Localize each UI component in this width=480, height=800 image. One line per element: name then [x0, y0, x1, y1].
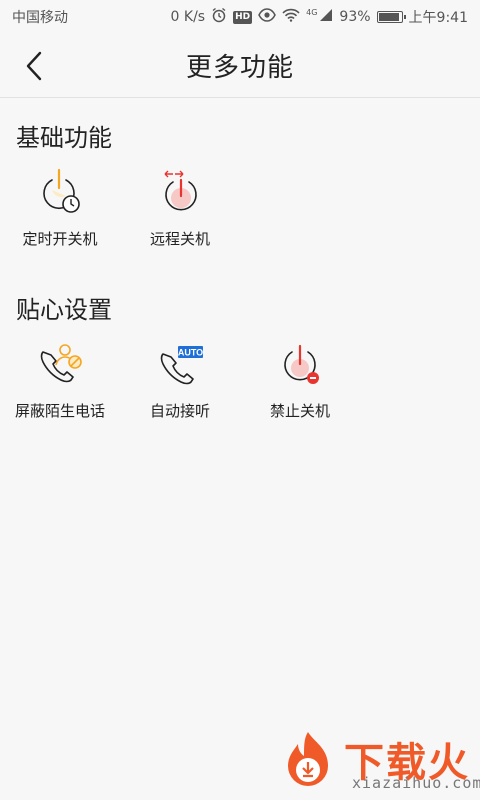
- feature-label: 自动接听: [149, 402, 210, 420]
- forbid-shutdown-icon: [275, 340, 325, 390]
- auto-badge: AUTO: [178, 348, 203, 358]
- flame-logo-icon: [288, 732, 328, 786]
- status-bar: 中国移动 0 K/s HD 4G 93% 上午9:41: [0, 0, 480, 34]
- battery-percent: 93%: [339, 9, 371, 25]
- chevron-left-icon: [26, 51, 42, 81]
- feature-timed-power[interactable]: 定时开关机: [0, 168, 120, 249]
- eye-icon: [258, 8, 276, 26]
- title-bar: 更多功能: [0, 34, 480, 98]
- back-button[interactable]: [14, 46, 54, 86]
- feature-label: 屏蔽陌生电话: [14, 402, 105, 420]
- battery-icon: [376, 11, 406, 23]
- auto-answer-icon: AUTO: [155, 340, 205, 390]
- signal-type: 4G: [306, 7, 318, 17]
- net-speed: 0 K/s: [170, 9, 206, 25]
- wifi-icon: [282, 8, 300, 26]
- feature-forbid-shutdown[interactable]: 禁止关机: [240, 340, 360, 421]
- feature-label: 定时开关机: [22, 230, 98, 248]
- feature-remote-shutdown[interactable]: 远程关机: [120, 168, 240, 249]
- feature-block-stranger-call[interactable]: 屏蔽陌生电话: [0, 340, 120, 421]
- hd-badge: HD: [233, 10, 253, 24]
- section-title-basic: 基础功能: [16, 124, 112, 152]
- feature-label: 禁止关机: [269, 402, 330, 420]
- remote-shutdown-icon: [155, 168, 205, 218]
- page-title: 更多功能: [185, 53, 294, 83]
- carrier-label: 中国移动: [12, 10, 68, 26]
- signal-icon: [319, 8, 333, 26]
- status-time: 上午9:41: [408, 10, 468, 26]
- feature-label: 远程关机: [149, 230, 210, 248]
- watermark: 下载火 xiazaihuo.com: [276, 730, 480, 796]
- block-stranger-call-icon: [35, 340, 85, 390]
- alarm-icon: [211, 7, 227, 27]
- feature-auto-answer[interactable]: AUTO 自动接听: [120, 340, 240, 421]
- watermark-domain: xiazaihuo.com: [352, 774, 480, 792]
- section-title-care: 贴心设置: [16, 296, 112, 324]
- timed-power-icon: [35, 168, 85, 218]
